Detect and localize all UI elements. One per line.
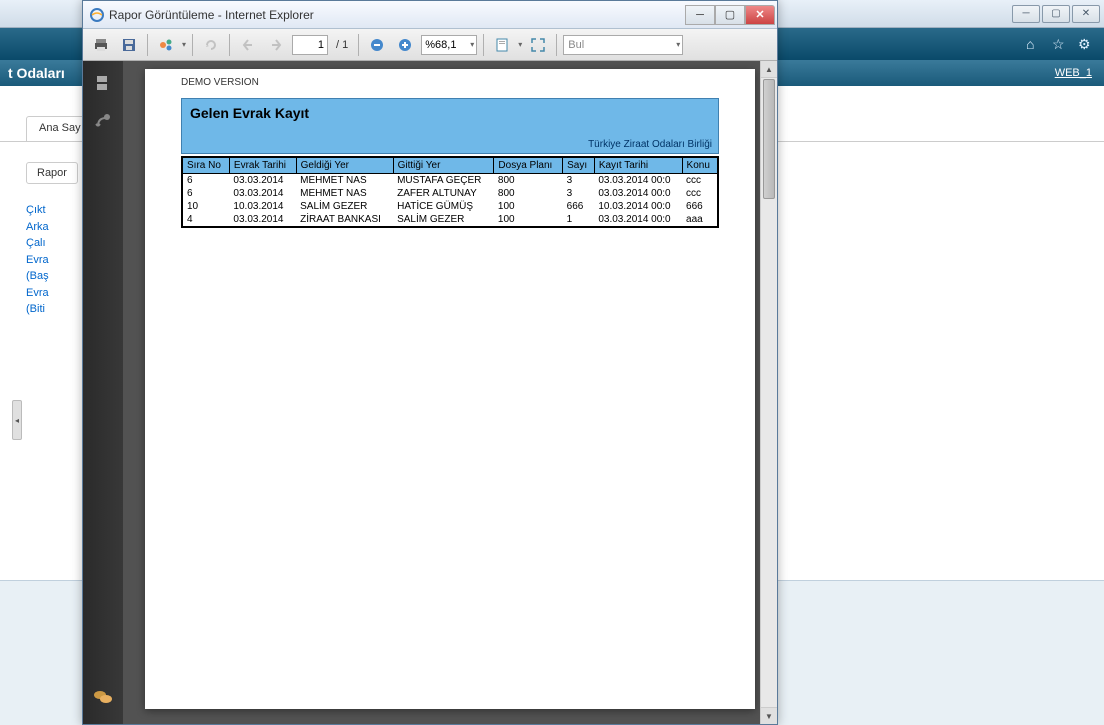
report-sidebar (83, 61, 123, 724)
table-cell: 03.03.2014 (229, 187, 296, 200)
parent-subtab-rapor[interactable]: Rapor (26, 162, 78, 184)
fit-page-button[interactable] (490, 33, 514, 57)
toolbar-separator (556, 34, 557, 56)
table-cell: MEHMET NAS (296, 174, 393, 188)
report-titlebar[interactable]: Rapor Görüntüleme - Internet Explorer ─ … (83, 1, 777, 29)
thumbnails-button[interactable] (91, 71, 115, 95)
table-row: 603.03.2014MEHMET NASZAFER ALTUNAY800303… (182, 187, 718, 200)
ie-icon (89, 7, 105, 23)
col-header: Evrak Tarihi (229, 157, 296, 174)
table-row: 403.03.2014ZİRAAT BANKASISALİM GEZER1001… (182, 213, 718, 227)
next-page-button[interactable] (264, 33, 288, 57)
table-cell: 6 (182, 187, 229, 200)
table-row: 603.03.2014MEHMET NASMUSTAFA GEÇER800303… (182, 174, 718, 188)
window-title: Rapor Görüntüleme - Internet Explorer (109, 8, 685, 22)
toolbar-separator (229, 34, 230, 56)
export-button[interactable] (154, 33, 178, 57)
table-cell: 03.03.2014 00:0 (594, 174, 682, 188)
save-button[interactable] (117, 33, 141, 57)
toolbar-separator (192, 34, 193, 56)
toolbar-separator (358, 34, 359, 56)
col-header: Kayıt Tarihi (594, 157, 682, 174)
table-cell: 10 (182, 200, 229, 213)
toolbar-separator (147, 34, 148, 56)
maximize-button[interactable]: ▢ (715, 5, 745, 25)
report-toolbar: ▾ / 1 %68,1 ▾ ▾ (83, 29, 777, 61)
scrollbar-thumb[interactable] (763, 79, 775, 199)
table-cell: SALİM GEZER (296, 200, 393, 213)
table-cell: ccc (682, 174, 718, 188)
report-title: Gelen Evrak Kayıt (190, 105, 710, 121)
table-cell: 4 (182, 213, 229, 227)
col-header: Gittiği Yer (393, 157, 494, 174)
table-cell: 6 (182, 174, 229, 188)
table-cell: 03.03.2014 00:0 (594, 213, 682, 227)
parent-maximize-button[interactable]: ▢ (1042, 5, 1070, 23)
table-cell: ZİRAAT BANKASI (296, 213, 393, 227)
web-link[interactable]: WEB_1 (1055, 67, 1092, 79)
report-page: DEMO VERSION Gelen Evrak Kayıt Türkiye Z… (145, 69, 755, 709)
table-cell: 666 (563, 200, 595, 213)
col-header: Sayı (563, 157, 595, 174)
prev-page-button[interactable] (236, 33, 260, 57)
demo-label: DEMO VERSION (181, 77, 719, 88)
table-cell: 1 (563, 213, 595, 227)
home-icon[interactable]: ⌂ (1026, 36, 1042, 52)
table-cell: ccc (682, 187, 718, 200)
fullscreen-button[interactable] (526, 33, 550, 57)
parent-close-button[interactable]: ✕ (1072, 5, 1100, 23)
toolbar-separator (483, 34, 484, 56)
table-cell: HATİCE GÜMÜŞ (393, 200, 494, 213)
report-table: Sıra No Evrak Tarihi Geldiği Yer Gittiği… (181, 156, 719, 228)
scrollbar-track[interactable]: ▲ ▼ (760, 61, 777, 724)
page-input[interactable] (292, 35, 328, 55)
table-cell: 800 (494, 174, 563, 188)
search-input[interactable]: Bul ▾ (563, 35, 683, 55)
table-cell: 100 (494, 213, 563, 227)
table-cell: 03.03.2014 (229, 213, 296, 227)
star-icon[interactable]: ☆ (1052, 36, 1068, 52)
table-row: 1010.03.2014SALİM GEZERHATİCE GÜMÜŞ10066… (182, 200, 718, 213)
table-cell: ZAFER ALTUNAY (393, 187, 494, 200)
comments-button[interactable] (91, 686, 115, 710)
report-body: DEMO VERSION Gelen Evrak Kayıt Türkiye Z… (83, 61, 777, 724)
report-header: Gelen Evrak Kayıt Türkiye Ziraat Odaları… (181, 98, 719, 154)
table-cell: aaa (682, 213, 718, 227)
scroll-down-button[interactable]: ▼ (761, 707, 777, 724)
table-cell: 666 (682, 200, 718, 213)
table-header-row: Sıra No Evrak Tarihi Geldiği Yer Gittiği… (182, 157, 718, 174)
bookmarks-button[interactable] (91, 109, 115, 133)
col-header: Dosya Planı (494, 157, 563, 174)
refresh-button[interactable] (199, 33, 223, 57)
col-header: Geldiği Yer (296, 157, 393, 174)
table-cell: 3 (563, 187, 595, 200)
table-cell: 100 (494, 200, 563, 213)
table-cell: 10.03.2014 (229, 200, 296, 213)
parent-minimize-button[interactable]: ─ (1012, 5, 1040, 23)
page-area[interactable]: DEMO VERSION Gelen Evrak Kayıt Türkiye Z… (123, 61, 777, 724)
zoom-dropdown[interactable]: %68,1 ▾ (421, 35, 477, 55)
table-cell: 3 (563, 174, 595, 188)
print-button[interactable] (89, 33, 113, 57)
table-cell: MEHMET NAS (296, 187, 393, 200)
close-button[interactable]: ✕ (745, 5, 775, 25)
table-cell: 03.03.2014 (229, 174, 296, 188)
table-cell: MUSTAFA GEÇER (393, 174, 494, 188)
gear-icon[interactable]: ⚙ (1078, 36, 1094, 52)
table-cell: 03.03.2014 00:0 (594, 187, 682, 200)
table-cell: 800 (494, 187, 563, 200)
col-header: Konu (682, 157, 718, 174)
zoom-in-button[interactable] (393, 33, 417, 57)
report-viewer-window: Rapor Görüntüleme - Internet Explorer ─ … (82, 0, 778, 725)
table-cell: 10.03.2014 00:0 (594, 200, 682, 213)
minimize-button[interactable]: ─ (685, 5, 715, 25)
collapse-handle[interactable]: ◂ (12, 400, 22, 440)
scroll-up-button[interactable]: ▲ (761, 61, 777, 78)
report-org: Türkiye Ziraat Odaları Birliği (588, 139, 712, 150)
table-cell: SALİM GEZER (393, 213, 494, 227)
page-total: / 1 (336, 39, 348, 51)
banner-text: t Odaları (8, 65, 65, 81)
zoom-out-button[interactable] (365, 33, 389, 57)
col-header: Sıra No (182, 157, 229, 174)
